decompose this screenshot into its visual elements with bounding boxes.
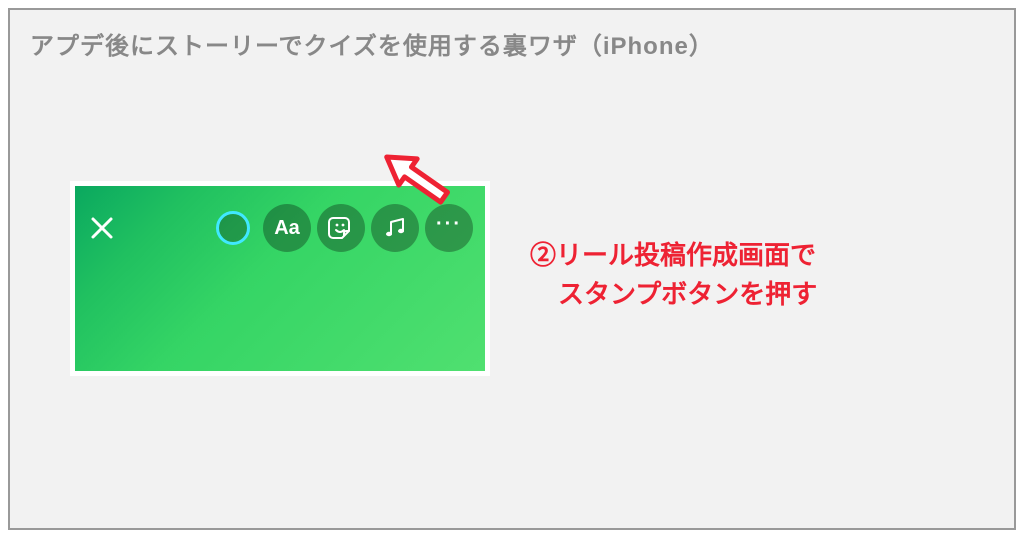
close-button[interactable] xyxy=(87,213,117,243)
capture-button[interactable] xyxy=(209,204,257,252)
card-title: アプデ後にストーリーでクイズを使用する裏ワザ（iPhone） xyxy=(30,26,994,61)
content-area: Aa xyxy=(30,61,994,507)
close-icon xyxy=(89,215,115,241)
more-button[interactable]: ··· xyxy=(425,204,473,252)
sticker-icon xyxy=(327,214,355,242)
music-icon xyxy=(382,215,408,241)
text-button[interactable]: Aa xyxy=(263,204,311,252)
tutorial-card: アプデ後にストーリーでクイズを使用する裏ワザ（iPhone） Aa xyxy=(8,8,1016,530)
music-button[interactable] xyxy=(371,204,419,252)
caption-line-2: スタンプボタンを押す xyxy=(530,275,817,314)
caption-line-1: ②リール投稿作成画面で xyxy=(530,236,817,275)
editor-toolbar: Aa xyxy=(75,204,485,252)
step-caption: ②リール投稿作成画面で スタンプボタンを押す xyxy=(530,236,817,314)
sticker-button[interactable] xyxy=(317,204,365,252)
reels-editor-screenshot: Aa xyxy=(70,181,490,376)
capture-ring-icon xyxy=(216,211,250,245)
text-icon: Aa xyxy=(274,217,300,240)
more-icon: ··· xyxy=(436,224,462,232)
